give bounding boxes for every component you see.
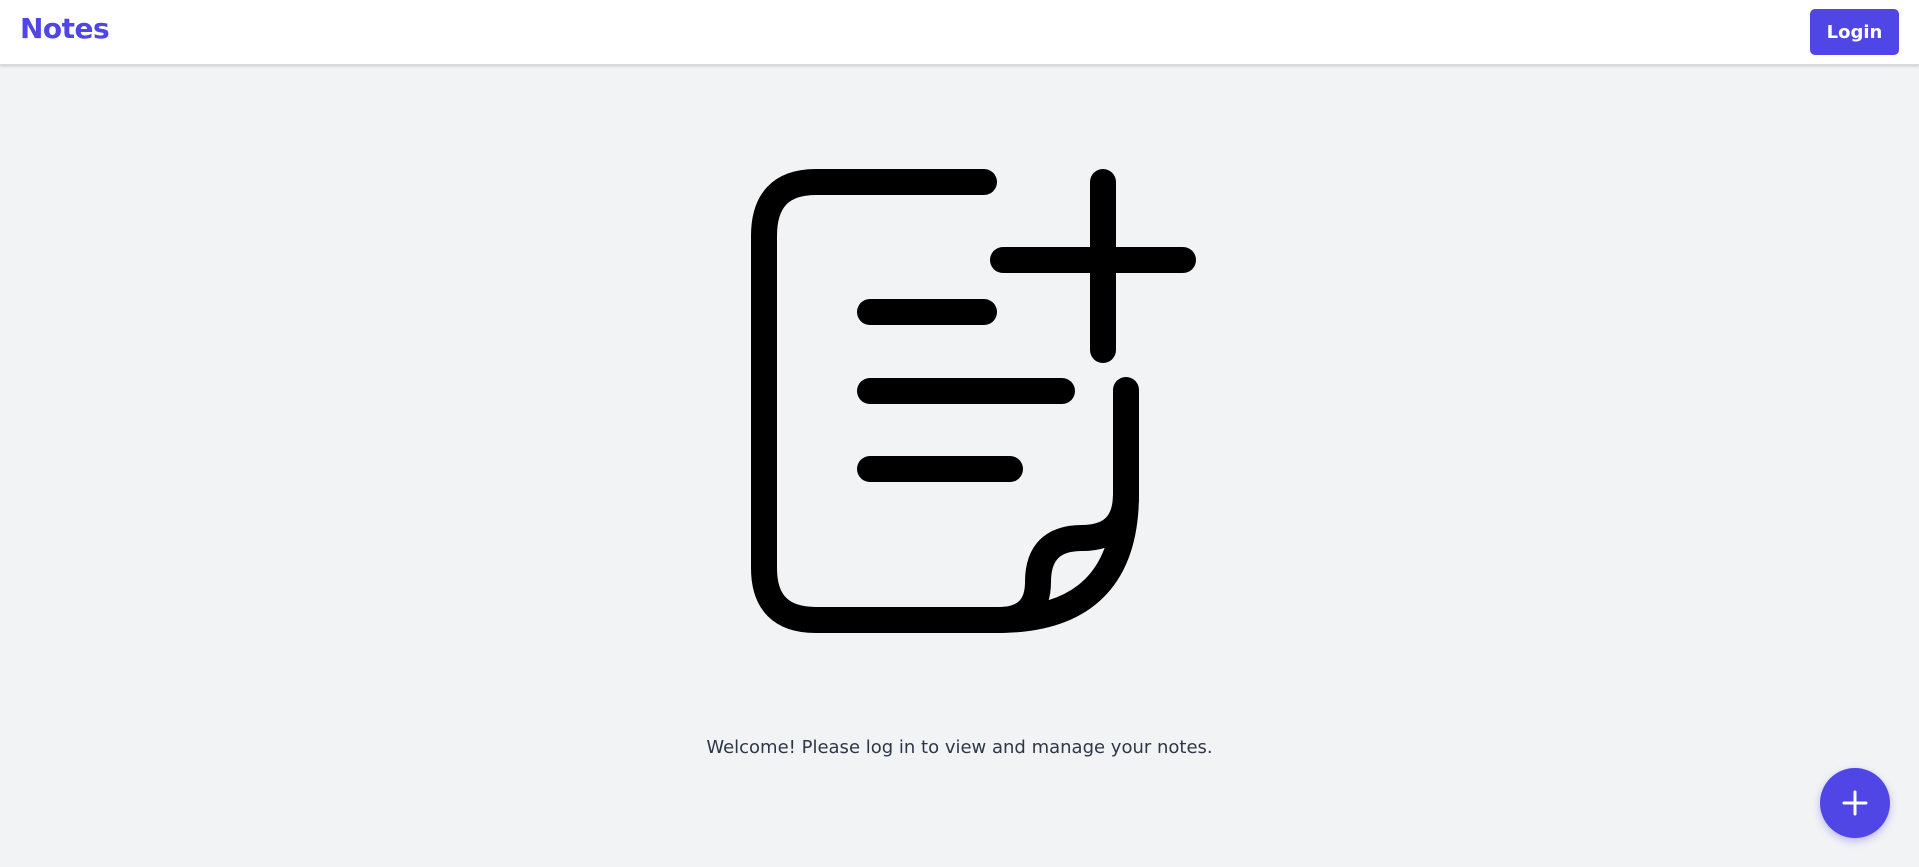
brand-logo[interactable]: Notes [20, 12, 110, 45]
note-add-icon [751, 169, 1196, 633]
login-button[interactable]: Login [1810, 9, 1899, 55]
plus-icon [1842, 790, 1868, 816]
welcome-message: Welcome! Please log in to view and manag… [706, 737, 1213, 758]
top-navbar: Notes Login [0, 0, 1919, 65]
add-note-button[interactable] [1820, 768, 1890, 838]
